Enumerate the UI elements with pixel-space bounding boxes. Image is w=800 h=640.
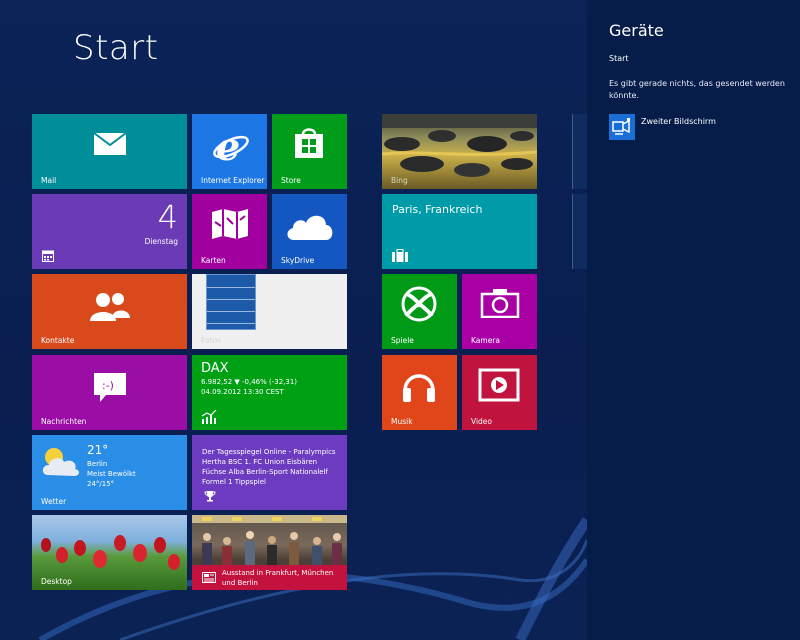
headphones-icon [403,374,435,402]
music-tile[interactable]: Musik [382,355,457,430]
partly-cloudy-icon [42,448,80,476]
weather-condition: Meist Bewölkt [87,470,136,478]
weather-tile[interactable]: 21° Berlin Meist Bewölkt 24°/15° Wetter [32,435,187,510]
partial-tile-2[interactable] [572,194,587,269]
device-label: Zweiter Bildschirm [641,117,716,126]
internet-explorer-icon: e [213,126,249,166]
cloud-icon [287,215,333,240]
sports-tile[interactable]: Der Tagesspiegel Online - Paralympics He… [192,435,347,510]
tile-label: Spiele [391,336,414,345]
map-icon [212,209,248,239]
finance-timestamp: 04.09.2012 13:30 CEST [201,388,284,396]
calendar-day: 4 [157,198,178,236]
device-item-second-screen[interactable]: Zweiter Bildschirm [609,114,794,140]
tile-label: Fotos [201,336,222,345]
crowd-photo [192,515,347,565]
panel-title: Geräte [609,21,664,40]
tile-label: Bing [391,176,408,185]
weather-temperature: 21° [87,443,109,457]
weather-city: Berlin [87,460,108,468]
start-screen: Start Mail e Internet Explorer Store 4 D… [0,0,587,640]
tile-label: Wetter [41,497,67,506]
calendar-weekday: Dienstag [144,237,178,246]
video-icon [478,368,520,402]
panel-subtitle: Start [609,54,629,63]
calendar-tile[interactable]: 4 Dienstag [32,194,187,269]
tile-label: SkyDrive [281,256,315,265]
maps-tile[interactable]: Karten [192,194,267,269]
travel-destination: Paris, Frankreich [392,203,483,216]
people-icon [90,293,130,321]
news-icon [202,572,216,583]
photo-thumbnail [206,274,256,330]
devices-charm-panel: Geräte Start Es gibt gerade nichts, das … [587,0,800,640]
internet-explorer-tile[interactable]: e Internet Explorer [192,114,267,189]
store-icon [295,128,323,158]
store-tile[interactable]: Store [272,114,347,189]
camera-tile[interactable]: Kamera [462,274,537,349]
finance-quote: 6.982,52 ▼ -0,46% (-32,31) [201,378,298,386]
photos-tile[interactable]: Fotos [192,274,347,349]
messages-tile[interactable]: :-) Nachrichten [32,355,187,430]
games-tile[interactable]: Spiele [382,274,457,349]
panel-message: Es gibt gerade nichts, das gesendet werd… [609,79,785,100]
weather-range: 24°/15° [87,480,115,488]
chart-icon [201,410,217,424]
projector-icon [609,114,635,140]
contacts-tile[interactable]: Kontakte [32,274,187,349]
svg-text::-): :-) [102,379,114,392]
news-tile[interactable]: Ausstand in Frankfurt, München und Berli… [192,515,347,590]
mail-tile[interactable]: Mail [32,114,187,189]
tile-label: Store [281,176,301,185]
tile-label: Nachrichten [41,417,87,426]
bing-tile[interactable]: Bing [382,114,537,189]
tile-label: Internet Explorer [201,176,265,185]
news-caption-bar: Ausstand in Frankfurt, München und Berli… [192,565,347,590]
xbox-icon [401,286,437,322]
page-title: Start [73,28,159,68]
mail-icon [93,132,127,155]
tile-label: Karten [201,256,226,265]
tile-label: Kontakte [41,336,75,345]
video-tile[interactable]: Video [462,355,537,430]
camera-icon [480,289,520,318]
suitcase-icon [392,249,408,262]
partial-tile-1[interactable] [572,114,587,189]
travel-tile[interactable]: Paris, Frankreich [382,194,537,269]
sports-feed-text: Der Tagesspiegel Online - Paralympics He… [202,448,336,486]
tile-label: Mail [41,176,57,185]
calendar-icon [42,250,54,262]
tile-label: Video [471,417,493,426]
tile-label: Kamera [471,336,500,345]
tile-label: Musik [391,417,413,426]
news-headline: Ausstand in Frankfurt, München und Berli… [222,569,334,587]
skydrive-tile[interactable]: SkyDrive [272,194,347,269]
chat-icon: :-) [94,373,126,402]
trophy-icon [204,491,216,502]
finance-title: DAX [201,361,229,376]
tile-label: Desktop [41,577,72,586]
desktop-tile[interactable]: Desktop [32,515,187,590]
finance-tile[interactable]: DAX 6.982,52 ▼ -0,46% (-32,31) 04.09.201… [192,355,347,430]
